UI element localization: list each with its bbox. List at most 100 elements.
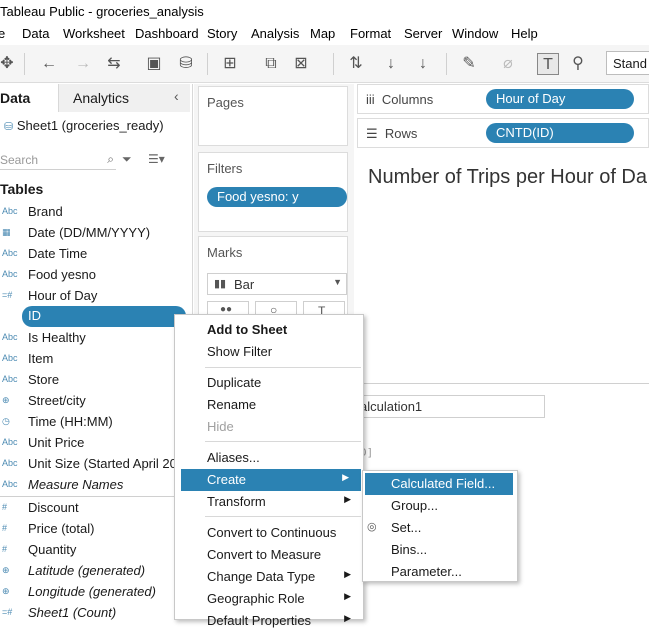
menu-default-properties[interactable]: Default Properties ▶ — [175, 610, 363, 632]
field-is-healthy[interactable]: Abc Is Healthy — [0, 328, 190, 349]
tableau-logo-icon[interactable]: ✥ — [0, 53, 18, 75]
toolbar-separator — [24, 53, 25, 75]
menu-separator — [205, 367, 361, 368]
columns-shelf[interactable]: iii Columns Hour of Day — [357, 84, 649, 114]
menu-format[interactable]: Format — [350, 26, 391, 41]
menu-dashboard[interactable]: Dashboard — [135, 26, 199, 41]
submenu-arrow-icon: ▶ — [344, 591, 351, 601]
menu-transform[interactable]: Transform ▶ — [175, 491, 363, 513]
menu-separator — [205, 441, 361, 442]
field-unit-size[interactable]: Abc Unit Size (Started April 20 — [0, 454, 190, 475]
field-brand[interactable]: Abc Brand — [0, 202, 190, 223]
group-members-icon[interactable]: ⌀ — [497, 53, 519, 75]
menu-bar: e Data Worksheet Dashboard Story Analysi… — [0, 24, 649, 45]
filters-card[interactable]: Filters Food yesno: y — [198, 152, 348, 232]
new-worksheet-icon[interactable]: ⊞ — [219, 53, 241, 75]
number-type-icon: =# — [2, 290, 13, 300]
field-hour-of-day[interactable]: =# Hour of Day — [0, 286, 190, 307]
filter-pill-food-yesno[interactable]: Food yesno: y — [207, 187, 347, 207]
field-quantity[interactable]: # Quantity — [0, 540, 190, 561]
menu-worksheet[interactable]: Worksheet — [63, 26, 125, 41]
menu-parameter[interactable]: Parameter... — [363, 561, 517, 583]
menu-duplicate[interactable]: Duplicate — [175, 372, 363, 394]
save-icon[interactable]: ▣ — [143, 53, 165, 75]
menu-server[interactable]: Server — [404, 26, 442, 41]
tables-heading: Tables — [0, 181, 44, 197]
number-type-icon: # — [2, 523, 8, 533]
rows-pill-cntd-id[interactable]: CNTD(ID) — [486, 123, 634, 143]
menu-convert-to-continuous[interactable]: Convert to Continuous — [175, 522, 363, 544]
menu-create[interactable]: Create ▶ — [181, 469, 361, 491]
mark-type-dropdown[interactable]: ▮▮ Bar ▼ — [207, 273, 347, 295]
field-date-time[interactable]: Abc Date Time — [0, 244, 190, 265]
bar-chart-icon: ▮▮ — [214, 278, 227, 290]
collapse-pane-icon[interactable]: ‹ — [174, 88, 179, 104]
pages-card[interactable]: Pages — [198, 86, 348, 146]
field-price-total[interactable]: # Price (total) — [0, 519, 190, 540]
tab-analytics[interactable]: Analytics — [58, 84, 190, 112]
field-time[interactable]: ◷ Time (HH:MM) — [0, 412, 190, 433]
menu-rename[interactable]: Rename — [175, 394, 363, 416]
rows-shelf[interactable]: ☰ Rows CNTD(ID) — [357, 118, 649, 148]
sort-descending-icon[interactable]: ↓ — [412, 53, 434, 75]
columns-pill-hour-of-day[interactable]: Hour of Day — [486, 89, 634, 109]
calculation-name-input[interactable]: alculation1 — [357, 395, 545, 418]
globe-icon: ⊕ — [2, 395, 10, 405]
toolbar-separator — [333, 53, 334, 75]
create-submenu: Calculated Field... Group... ◎ Set... Bi… — [362, 470, 518, 582]
menu-aliases[interactable]: Aliases... — [175, 447, 363, 469]
pin-icon[interactable]: ⚲ — [567, 53, 589, 75]
columns-label: iii Columns — [366, 92, 434, 107]
string-type-icon: Abc — [2, 437, 18, 447]
submenu-arrow-icon: ▶ — [344, 569, 351, 579]
menu-bins[interactable]: Bins... — [363, 539, 517, 561]
sort-ascending-icon[interactable]: ↓ — [380, 53, 402, 75]
field-latitude[interactable]: ⊕ Latitude (generated) — [0, 561, 190, 582]
field-id[interactable]: ID — [22, 306, 186, 327]
view-options-icon[interactable]: ☰▾ — [148, 152, 165, 166]
field-date[interactable]: ▦ Date (DD/MM/YYYY) — [0, 223, 190, 244]
menu-story[interactable]: Story — [207, 26, 237, 41]
fit-dropdown-value: Stand — [613, 56, 647, 71]
filter-icon[interactable]: ⏷ — [122, 152, 132, 167]
field-item[interactable]: Abc Item — [0, 349, 190, 370]
toolbar: ✥ ← → ⇆ ▣ ⛁ ⊞ ⧉ ⊠ ⇅ ↓ ↓ ✎ ⌀ T ⚲ Stand — [0, 45, 649, 83]
menu-show-filter[interactable]: Show Filter — [175, 341, 363, 363]
highlight-icon[interactable]: ✎ — [458, 53, 480, 75]
duplicate-sheet-icon[interactable]: ⧉ — [260, 53, 282, 75]
swap-rows-columns-icon[interactable]: ⇅ — [345, 53, 367, 75]
menu-file[interactable]: e — [0, 26, 5, 41]
menu-group[interactable]: Group... — [363, 495, 517, 517]
menu-data[interactable]: Data — [22, 26, 49, 41]
menu-analysis[interactable]: Analysis — [251, 26, 299, 41]
field-store[interactable]: Abc Store — [0, 370, 190, 391]
replay-icon[interactable]: ⇆ — [103, 53, 125, 75]
show-mark-labels-icon[interactable]: T — [537, 53, 559, 75]
menu-add-to-sheet[interactable]: Add to Sheet — [175, 319, 363, 341]
field-measure-names[interactable]: Abc Measure Names — [0, 475, 190, 496]
menu-set[interactable]: ◎ Set... — [363, 517, 517, 539]
datasource-item[interactable]: ⛁ Sheet1 (groceries_ready) — [0, 114, 192, 138]
rows-label: ☰ Rows — [366, 126, 418, 141]
redo-icon[interactable]: → — [72, 53, 94, 75]
fit-dropdown[interactable]: Stand — [606, 51, 649, 75]
menu-help[interactable]: Help — [511, 26, 538, 41]
undo-icon[interactable]: ← — [38, 53, 60, 75]
menu-geographic-role[interactable]: Geographic Role ▶ — [175, 588, 363, 610]
field-sheet-count[interactable]: =# Sheet1 (Count) — [0, 603, 190, 624]
menu-map[interactable]: Map — [310, 26, 335, 41]
field-unit-price[interactable]: Abc Unit Price — [0, 433, 190, 454]
field-food-yesno[interactable]: Abc Food yesno — [0, 265, 190, 286]
marks-card-title: Marks — [207, 245, 243, 260]
field-discount[interactable]: # Discount — [0, 498, 190, 519]
menu-calculated-field[interactable]: Calculated Field... — [365, 473, 513, 495]
field-longitude[interactable]: ⊕ Longitude (generated) — [0, 582, 190, 603]
search-input[interactable]: Search ⌕ — [0, 150, 116, 170]
field-street-city[interactable]: ⊕ Street/city — [0, 391, 190, 412]
menu-change-data-type[interactable]: Change Data Type ▶ — [175, 566, 363, 588]
tab-data[interactable]: Data — [0, 84, 60, 112]
menu-convert-to-measure[interactable]: Convert to Measure — [175, 544, 363, 566]
new-datasource-icon[interactable]: ⛁ — [175, 53, 197, 75]
clear-sheet-icon[interactable]: ⊠ — [290, 53, 312, 75]
menu-window[interactable]: Window — [452, 26, 498, 41]
